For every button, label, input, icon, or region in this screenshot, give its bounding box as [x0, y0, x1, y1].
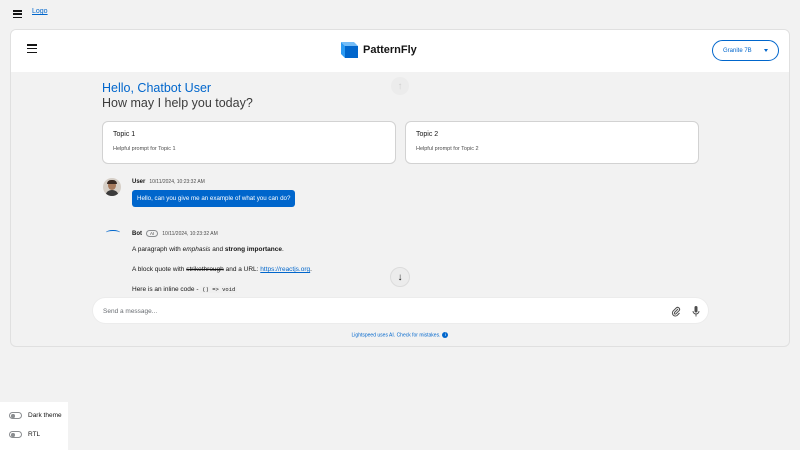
bot-name: Bot [132, 230, 142, 237]
emphasis-text: emphasis [182, 246, 211, 253]
rtl-label: RTL [28, 431, 41, 438]
microphone-icon[interactable] [689, 304, 703, 318]
brand-logo: PatternFly [341, 41, 417, 58]
rtl-toggle[interactable] [9, 431, 22, 438]
prompt-title: Topic 2 [416, 131, 439, 138]
strong-text: strong importance [224, 246, 282, 253]
prompt-title: Topic 1 [113, 131, 136, 138]
footer-disclaimer: Lightspeed uses AI. Check for mistakes. i [11, 332, 789, 338]
dark-theme-toggle[interactable] [9, 412, 22, 419]
ai-badge: AI [146, 230, 159, 237]
arrow-down-icon: ↓ [397, 271, 403, 283]
reactjs-link[interactable]: https://reactjs.org [260, 266, 310, 273]
message-input[interactable] [103, 305, 643, 317]
settings-panel: Dark theme RTL [0, 402, 68, 450]
user-message-bubble: Hello, can you give me an example of wha… [132, 190, 296, 207]
bot-message-meta: Bot AI 10/11/2024, 10:23:32 AM [132, 230, 218, 237]
user-avatar [103, 178, 121, 196]
prompt-description: Helpful prompt for Topic 2 [416, 146, 479, 152]
dark-theme-toggle-row: Dark theme [9, 412, 62, 419]
inline-code: () => void [200, 286, 238, 293]
bot-avatar [106, 230, 120, 235]
welcome-subtitle: How may I help you today? [102, 96, 253, 110]
welcome-prompt-topic-1[interactable]: Topic 1 Helpful prompt for Topic 1 [102, 121, 396, 164]
paperclip-icon[interactable] [669, 304, 683, 318]
page-menu-icon[interactable] [13, 10, 22, 18]
rtl-toggle-row: RTL [9, 431, 40, 438]
message-composer [92, 297, 709, 324]
welcome-title: Hello, Chatbot User [102, 81, 212, 95]
prompt-description: Helpful prompt for Topic 1 [113, 146, 176, 152]
scroll-to-top-button[interactable]: ↑ [391, 77, 409, 95]
disclaimer-text: Lightspeed uses AI. Check for mistakes. [351, 332, 441, 339]
patternfly-logo-icon [341, 42, 358, 58]
scroll-to-bottom-button[interactable]: ↓ [390, 267, 410, 287]
arrow-up-icon: ↑ [397, 80, 403, 92]
user-name: User [132, 179, 146, 185]
chatbot-menu-icon[interactable] [27, 44, 37, 53]
welcome-prompt-topic-2[interactable]: Topic 2 Helpful prompt for Topic 2 [405, 121, 699, 164]
bot-message-timestamp: 10/11/2024, 10:23:32 AM [162, 230, 218, 237]
bot-paragraph: A paragraph with emphasis and strong imp… [132, 246, 284, 253]
info-icon[interactable]: i [442, 332, 449, 338]
bot-inline-code-line: Here is an inline code - () => void [132, 286, 238, 293]
caret-down-icon [764, 49, 768, 52]
logo-link[interactable]: Logo [32, 8, 48, 15]
brand-name: PatternFly [363, 43, 417, 56]
dark-theme-label: Dark theme [28, 412, 62, 419]
model-selector-label: Granite 7B [723, 47, 752, 54]
bot-block-quote: A block quote with strikethrough and a U… [132, 266, 312, 273]
chatbot-header: PatternFly Granite 7B [11, 30, 789, 72]
strikethrough-text: strikethrough [186, 266, 224, 273]
user-message-timestamp: 10/11/2024, 10:23:32 AM [149, 179, 205, 185]
chatbot-window: PatternFly Granite 7B ↑ Hello, Chatbot U… [10, 29, 790, 347]
top-bar: Logo [0, 0, 800, 24]
model-selector[interactable]: Granite 7B [712, 40, 779, 61]
user-message-meta: User 10/11/2024, 10:23:32 AM [132, 179, 205, 185]
